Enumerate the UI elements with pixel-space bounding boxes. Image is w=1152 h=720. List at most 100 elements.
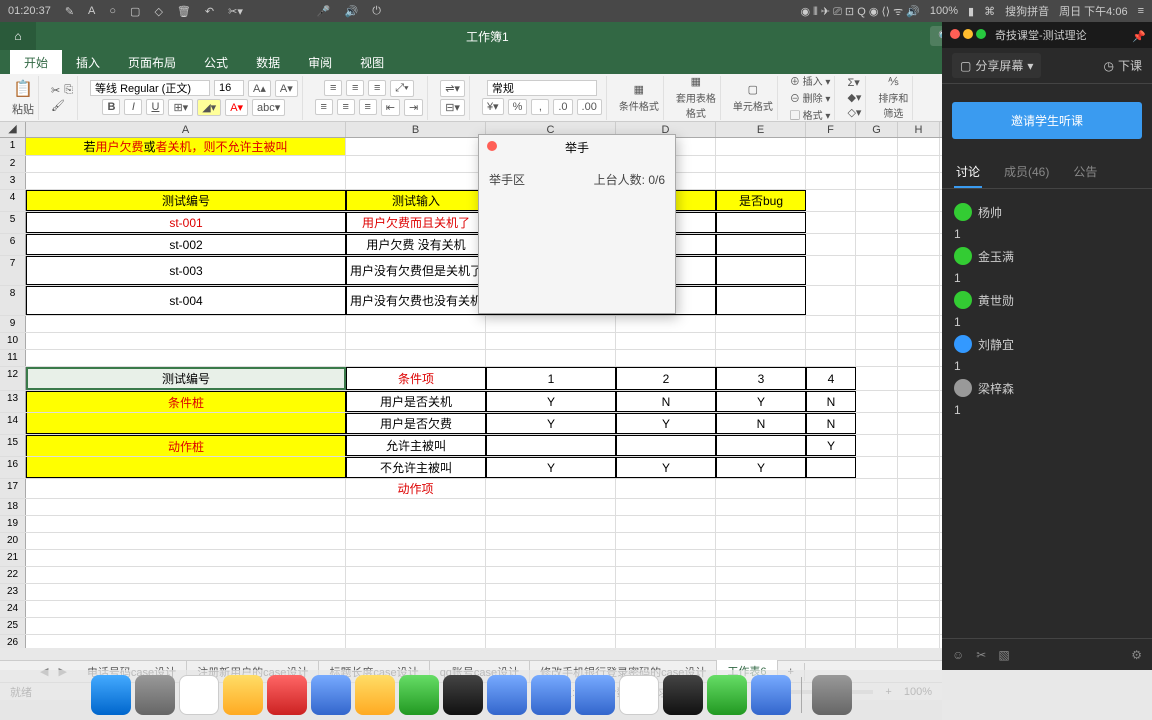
tab-members[interactable]: 成员(46) xyxy=(1002,157,1051,188)
decrease-font[interactable]: A▾ xyxy=(275,80,298,97)
list-item[interactable]: 刘静宜 xyxy=(954,329,1140,359)
cell[interactable]: st-002 xyxy=(26,234,346,255)
italic-button[interactable]: I xyxy=(124,99,142,115)
cell[interactable]: 4 xyxy=(806,367,856,390)
fontsize-select[interactable] xyxy=(214,80,244,96)
brush-icon[interactable]: 🖌 xyxy=(51,99,65,112)
dock-finder[interactable] xyxy=(91,675,131,715)
cell[interactable]: st-004 xyxy=(26,286,346,315)
format-cell[interactable]: ▢ 格式 ▾ xyxy=(790,107,831,122)
col-A[interactable]: A xyxy=(26,122,346,137)
autosum-icon[interactable]: Σ▾ xyxy=(847,76,859,89)
volume-icon[interactable]: 🔊 xyxy=(345,5,359,18)
ime-icon[interactable]: ⌘ xyxy=(984,5,995,18)
scissors-icon[interactable]: ✂ xyxy=(976,648,986,662)
bold-button[interactable]: B xyxy=(102,99,120,115)
inc-dec-button[interactable]: .0 xyxy=(553,99,572,115)
dock-excel[interactable] xyxy=(707,675,747,715)
list-item[interactable]: 梁梓森 xyxy=(954,373,1140,403)
eraser-icon[interactable]: ◇ xyxy=(154,5,162,18)
pin-icon[interactable]: 📌 xyxy=(1132,30,1146,43)
cell[interactable]: 测试编号 xyxy=(26,367,346,390)
col-E[interactable]: E xyxy=(716,122,806,137)
comma-button[interactable]: , xyxy=(531,99,549,115)
letter-a-icon[interactable]: A xyxy=(88,5,95,17)
cell[interactable]: 测试输入 xyxy=(346,190,486,211)
align-bot[interactable]: ≡ xyxy=(368,80,386,96)
col-F[interactable]: F xyxy=(806,122,856,137)
condfmt-icon[interactable]: ▦ xyxy=(634,83,644,96)
wrap-button[interactable]: ⇌▾ xyxy=(440,80,465,97)
currency-button[interactable]: ¥▾ xyxy=(482,98,504,115)
tab-data[interactable]: 数据 xyxy=(242,50,294,74)
dock-app3[interactable] xyxy=(531,675,571,715)
dock-trash[interactable] xyxy=(812,675,852,715)
ime-name[interactable]: 搜狗拼音 xyxy=(1005,3,1049,19)
orientation[interactable]: ⤢▾ xyxy=(390,80,413,97)
cell[interactable]: 测试编号 xyxy=(26,190,346,211)
align-right[interactable]: ≡ xyxy=(359,99,377,115)
emoji-icon[interactable]: ☺ xyxy=(952,648,964,662)
cell[interactable]: 条件项 xyxy=(346,367,486,390)
tab-insert[interactable]: 插入 xyxy=(62,50,114,74)
phonetic-button[interactable]: abc▾ xyxy=(252,99,285,116)
increase-font[interactable]: A▴ xyxy=(248,80,271,97)
cell[interactable]: 用户没有欠费也没有关机 xyxy=(346,286,486,315)
numfmt-select[interactable] xyxy=(487,80,597,96)
list-item[interactable]: 杨帅 xyxy=(954,197,1140,227)
fontcolor-button[interactable]: A▾ xyxy=(225,99,248,116)
col-G[interactable]: G xyxy=(856,122,898,137)
cell[interactable]: 条件桩 xyxy=(26,391,346,412)
indent-dec[interactable]: ⇤ xyxy=(381,99,400,116)
dock-text[interactable] xyxy=(619,675,659,715)
dock-appstore[interactable] xyxy=(311,675,351,715)
dock-notes[interactable] xyxy=(355,675,395,715)
circle-icon[interactable]: ○ xyxy=(109,5,116,17)
tab-formula[interactable]: 公式 xyxy=(190,50,242,74)
cut-icon[interactable]: ✂ xyxy=(51,84,60,97)
align-top[interactable]: ≡ xyxy=(324,80,342,96)
font-select[interactable] xyxy=(90,80,210,96)
list-icon[interactable]: ≡ xyxy=(1138,5,1144,17)
delete-cell[interactable]: ⊖ 删除 ▾ xyxy=(790,90,831,105)
close-icon[interactable] xyxy=(487,141,497,151)
square-icon[interactable]: ▢ xyxy=(130,5,140,18)
cell[interactable]: 用户欠费而且关机了 xyxy=(346,212,486,233)
align-center[interactable]: ≡ xyxy=(337,99,355,115)
cell[interactable]: st-003 xyxy=(26,256,346,285)
indent-inc[interactable]: ⇥ xyxy=(404,99,423,116)
tab-discuss[interactable]: 讨论 xyxy=(954,157,982,188)
dock-launchpad[interactable] xyxy=(135,675,175,715)
dock-evernote[interactable] xyxy=(399,675,439,715)
invite-button[interactable]: 邀请学生听课 xyxy=(952,102,1142,139)
dock-app5[interactable] xyxy=(751,675,791,715)
pencil-icon[interactable]: ✎ xyxy=(65,5,74,18)
spreadsheet[interactable]: ◢ A B C D E F G H 1 若用户欠费或者关机，则不允许主被叫 2 … xyxy=(0,122,942,648)
tblfmt-icon[interactable]: ▦ xyxy=(691,75,701,88)
tab-notice[interactable]: 公告 xyxy=(1071,157,1099,188)
dock-music[interactable] xyxy=(267,675,307,715)
underline-button[interactable]: U xyxy=(146,99,164,115)
list-item[interactable]: 金玉满 xyxy=(954,241,1140,271)
power-icon[interactable]: ⏻ xyxy=(372,5,381,18)
end-class-button[interactable]: ◷下课 xyxy=(1104,57,1143,74)
cell[interactable]: 是否bug xyxy=(716,190,806,211)
dock-app[interactable] xyxy=(223,675,263,715)
fill-icon[interactable]: ◆▾ xyxy=(847,91,861,104)
trash-icon[interactable]: 🗑 xyxy=(177,5,191,18)
copy-icon[interactable]: ⎘ xyxy=(64,84,73,97)
clear-icon[interactable]: ◇▾ xyxy=(847,106,861,119)
cell[interactable]: st-001 xyxy=(26,212,346,233)
dock-app2[interactable] xyxy=(487,675,527,715)
tab-review[interactable]: 审阅 xyxy=(294,50,346,74)
merge-button[interactable]: ⊟▾ xyxy=(440,99,465,116)
image-icon[interactable]: ▧ xyxy=(998,648,1009,662)
cell[interactable]: 用户欠费 没有关机 xyxy=(346,234,486,255)
dec-dec-button[interactable]: .00 xyxy=(577,99,602,115)
paste-icon[interactable]: 📋 xyxy=(13,79,33,99)
dock-obs[interactable] xyxy=(663,675,703,715)
sort-icon[interactable]: ⅍ xyxy=(888,76,898,88)
align-mid[interactable]: ≡ xyxy=(346,80,364,96)
cell[interactable]: 3 xyxy=(716,367,806,390)
cell[interactable]: 2 xyxy=(616,367,716,390)
